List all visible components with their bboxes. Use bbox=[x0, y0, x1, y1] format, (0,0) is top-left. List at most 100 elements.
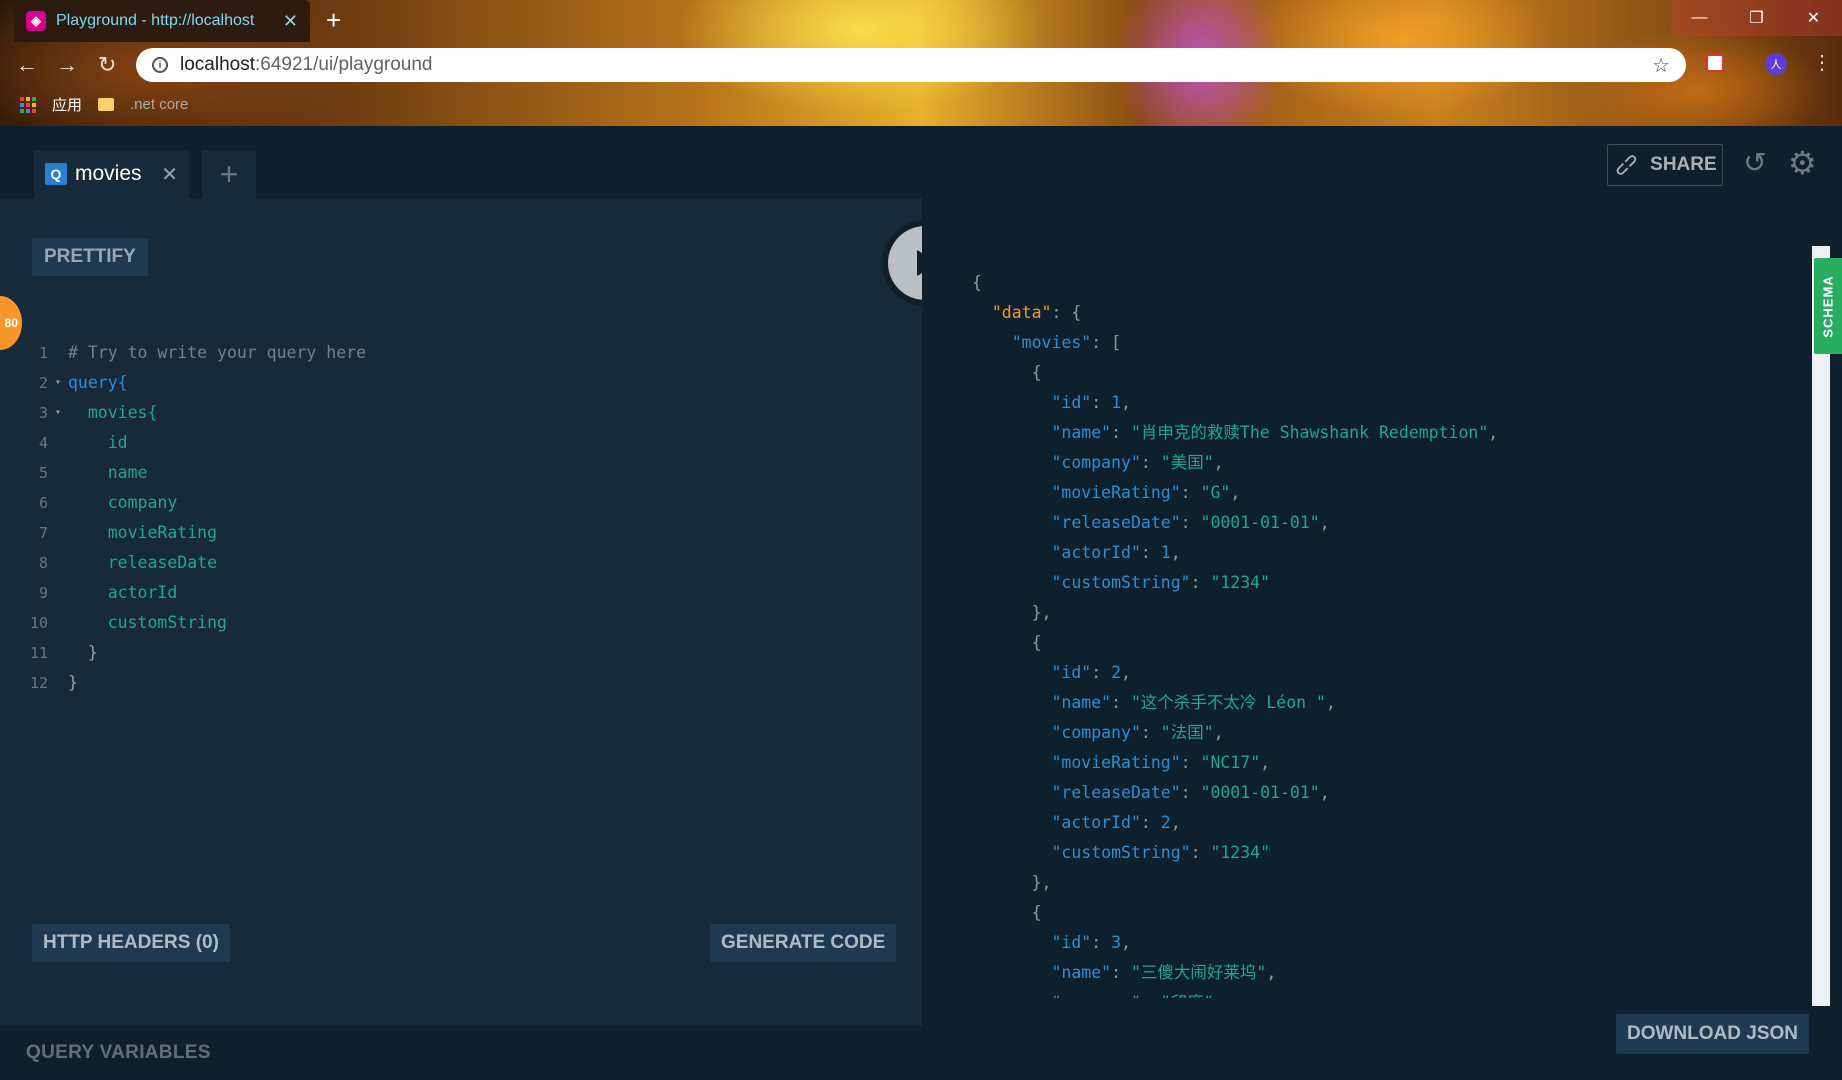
json-punctuation: " bbox=[1160, 453, 1171, 472]
json-punctuation: : bbox=[1180, 753, 1201, 772]
new-tab-button[interactable]: + bbox=[326, 6, 341, 34]
json-line: "name": "三傻大闹好莱坞", bbox=[972, 958, 1722, 988]
http-headers-button[interactable]: HTTP HEADERS (0) bbox=[32, 924, 230, 962]
code-line: 10 customString bbox=[0, 608, 366, 638]
json-key: "actorId" bbox=[1051, 813, 1141, 832]
history-icon[interactable]: ↺ bbox=[1740, 148, 1770, 178]
query-tab-movies[interactable]: Q movies ✕ bbox=[34, 150, 189, 198]
bookmark-star-icon[interactable]: ☆ bbox=[1652, 53, 1670, 78]
code-text: id bbox=[107, 433, 128, 452]
json-punctuation: " bbox=[1130, 963, 1141, 982]
address-bar[interactable]: i localhost:64921/ui/playground ☆ bbox=[136, 48, 1686, 82]
bookmark-apps[interactable]: 应用 bbox=[52, 94, 82, 115]
code-line: 2 ▾ query{ bbox=[0, 368, 366, 398]
link-icon: ⊂⊃ bbox=[1611, 149, 1643, 181]
schema-tab[interactable]: SCHEMA bbox=[1814, 258, 1842, 354]
minimize-button[interactable]: — bbox=[1671, 0, 1728, 36]
json-punctuation: , bbox=[1121, 663, 1131, 682]
close-tab-icon[interactable]: ✕ bbox=[283, 11, 298, 32]
json-line: ▾ "movies": [ bbox=[972, 328, 1722, 358]
prettify-button[interactable]: PRETTIFY bbox=[32, 238, 148, 276]
json-number: 2 bbox=[1111, 663, 1122, 682]
fold-gutter bbox=[48, 548, 68, 578]
json-punctuation: : bbox=[1111, 693, 1131, 712]
graphql-favicon-icon: ◈ bbox=[26, 11, 46, 31]
add-tab-button[interactable]: + bbox=[202, 150, 256, 198]
json-punctuation: " bbox=[1160, 723, 1171, 742]
gear-icon[interactable]: ⚙ bbox=[1788, 146, 1817, 180]
json-punctuation: : bbox=[1180, 513, 1201, 532]
json-line: "customString": "1234" bbox=[972, 838, 1722, 868]
json-punctuation: , bbox=[1319, 513, 1330, 532]
line-number: 11 bbox=[29, 644, 48, 662]
json-punctuation: : bbox=[1140, 723, 1161, 742]
json-punctuation: }, bbox=[1031, 873, 1052, 892]
close-icon[interactable]: ✕ bbox=[161, 162, 178, 187]
json-string: 1234 bbox=[1220, 573, 1261, 592]
code-text: movieRating bbox=[107, 523, 218, 542]
restore-button[interactable]: ❐ bbox=[1728, 0, 1785, 36]
line-number: 10 bbox=[29, 614, 48, 632]
fold-arrow-icon[interactable]: ▾ bbox=[48, 368, 68, 398]
json-punctuation: " bbox=[1316, 693, 1326, 712]
info-icon[interactable]: i bbox=[152, 57, 168, 73]
json-punctuation: { bbox=[1031, 363, 1042, 382]
json-punctuation: " bbox=[1256, 963, 1267, 982]
reload-icon[interactable]: ↻ bbox=[98, 52, 116, 78]
share-button[interactable]: ⊂⊃ SHARE bbox=[1607, 144, 1723, 186]
fold-arrow-icon[interactable]: ▾ bbox=[48, 398, 68, 428]
forward-arrow-icon[interactable]: → bbox=[56, 52, 78, 78]
generate-code-button[interactable]: GENERATE CODE bbox=[710, 924, 897, 962]
json-line: ▾ { bbox=[972, 358, 1722, 388]
json-line: "id": 2, bbox=[972, 658, 1722, 688]
query-badge: Q bbox=[45, 163, 67, 185]
json-key: "customString" bbox=[1051, 843, 1191, 862]
json-punctuation: : bbox=[1190, 843, 1211, 862]
line-number: 8 bbox=[38, 554, 48, 572]
close-window-button[interactable]: ✕ bbox=[1785, 0, 1842, 36]
query-code-editor[interactable]: 1 # Try to write your query here 2 ▾ query{3… bbox=[0, 338, 366, 698]
back-arrow-icon[interactable]: ← bbox=[16, 52, 38, 78]
json-punctuation: , bbox=[1170, 813, 1181, 832]
download-json-button[interactable]: DOWNLOAD JSON bbox=[1616, 1014, 1809, 1054]
result-panel: ▾{▾ "data": {▾ "movies": [▾ { "id": 1, "… bbox=[922, 198, 1842, 1080]
json-line: "name": "这个杀手不太冷 Léon ", bbox=[972, 688, 1722, 718]
json-key: "name" bbox=[1051, 423, 1112, 442]
browser-tab-playground[interactable]: ◈ Playground - http://localhost ✕ bbox=[14, 0, 310, 42]
json-key: "name" bbox=[1051, 963, 1112, 982]
json-punctuation: { bbox=[1031, 633, 1042, 652]
json-line: "actorId": 1, bbox=[972, 538, 1722, 568]
code-line: 9 actorId bbox=[0, 578, 366, 608]
json-punctuation: : bbox=[1091, 393, 1112, 412]
json-punctuation: : bbox=[1091, 663, 1112, 682]
json-string: 0001-01-01 bbox=[1210, 783, 1310, 802]
query-tab-name: movies bbox=[75, 162, 142, 185]
line-number: 7 bbox=[38, 524, 48, 542]
json-punctuation: : bbox=[1111, 963, 1131, 982]
extension-icon[interactable] bbox=[1706, 54, 1724, 72]
json-string: NC17 bbox=[1210, 753, 1251, 772]
result-json-viewer[interactable]: ▾{▾ "data": {▾ "movies": [▾ { "id": 1, "… bbox=[972, 268, 1722, 998]
json-punctuation: : bbox=[1180, 483, 1201, 502]
browser-menu-icon[interactable]: ⋮ bbox=[1812, 50, 1832, 75]
apps-grid-icon[interactable] bbox=[20, 96, 36, 113]
profile-avatar-icon[interactable]: 人 bbox=[1765, 53, 1787, 75]
json-punctuation: : bbox=[1140, 543, 1161, 562]
json-key: "movies" bbox=[1011, 333, 1092, 352]
bookmark-netcore[interactable]: .net core bbox=[130, 96, 188, 113]
json-punctuation: , bbox=[1488, 423, 1499, 442]
query-variables-tab[interactable]: QUERY VARIABLES bbox=[0, 1026, 922, 1080]
